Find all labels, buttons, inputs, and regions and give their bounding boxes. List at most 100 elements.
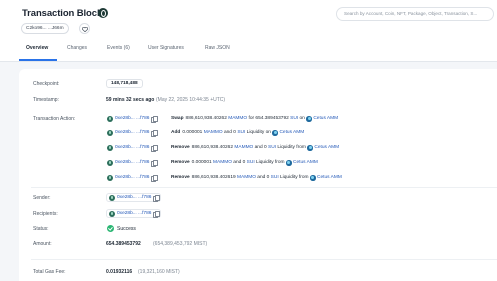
copy-icon[interactable]: [151, 175, 158, 182]
cetus-icon: [307, 145, 313, 151]
action-amount-b: and 0: [223, 130, 236, 136]
token-b-link[interactable]: SUI: [290, 116, 298, 121]
gas-fee-detail: (19,321,160 MIST): [138, 269, 180, 275]
address-avatar-icon: [107, 129, 113, 136]
success-check-icon: [107, 225, 114, 232]
address-text: 0xe28b... ...f786: [115, 130, 150, 135]
action-amount-b: and 0: [257, 175, 270, 181]
token-b-link[interactable]: SUI: [237, 130, 245, 135]
address-avatar-icon: [107, 144, 113, 151]
tab-events[interactable]: Events (6): [107, 43, 130, 53]
protocol-link[interactable]: Cetus AMM: [317, 175, 342, 180]
address-avatar-icon: [107, 174, 113, 181]
action-tail: Liquidity on: [246, 130, 271, 136]
token-b-link[interactable]: SUI: [247, 160, 255, 165]
action-address[interactable]: 0xe28b... ...f786: [107, 114, 158, 123]
gas-fee-label: Total Gas Fee:: [33, 269, 66, 275]
action-verb: Add: [171, 130, 181, 136]
token-b-link[interactable]: SUI: [271, 175, 279, 180]
action-verb: Remove: [171, 145, 190, 151]
copy-icon[interactable]: [151, 130, 158, 137]
recipients-label: Recipients:: [33, 211, 58, 217]
copy-icon[interactable]: [153, 195, 160, 202]
protocol-link[interactable]: Cetus AMM: [314, 145, 339, 150]
cetus-icon: [286, 160, 292, 166]
address-text: 0xe28b... ...f786: [115, 160, 150, 165]
address-avatar-icon: [109, 194, 115, 201]
action-address[interactable]: 0xe28b... ...f786: [107, 143, 158, 152]
token-a-link[interactable]: MAMMO: [213, 160, 232, 165]
action-address[interactable]: 0xe28b... ...f786: [107, 128, 158, 137]
sender-label: Sender:: [33, 195, 51, 201]
tab-user-signatures[interactable]: User Signatures: [148, 43, 184, 53]
amount-detail: (654,389,453,792 MIST): [153, 241, 208, 247]
action-row-remove: Remove 0.000001 MAMMO and 0 SUI Liquidit…: [171, 160, 318, 166]
tab-overview[interactable]: Overview: [26, 43, 48, 53]
sui-logo-icon: [98, 8, 108, 18]
action-verb: Remove: [171, 160, 190, 166]
action-tail: on: [299, 116, 305, 122]
address-text: 0xe28b... ...f786: [115, 175, 150, 180]
action-verb: Swap: [171, 116, 184, 122]
token-a-link[interactable]: MAMMO: [234, 145, 253, 150]
copy-icon[interactable]: [151, 160, 158, 167]
transaction-digest-chip[interactable]: C2ko96... ...J66m: [21, 23, 69, 34]
action-amount-b: and 0: [233, 160, 246, 166]
token-a-link[interactable]: MAMMO: [204, 130, 223, 135]
amount-value: 654.389453792: [106, 241, 141, 247]
action-amount-a: 0.000001: [191, 160, 212, 166]
overview-card: Checkpoint: 148,718,488 Timestamp: 59 mi…: [19, 69, 497, 281]
sender-address[interactable]: 0xe28b... ...f786: [106, 193, 162, 202]
page-header: Transaction Block C2ko96... ...J66m Sear…: [0, 0, 497, 62]
timestamp-label: Timestamp:: [33, 97, 59, 103]
token-b-link[interactable]: SUI: [268, 145, 276, 150]
address-text: 0xe28b... ...f786: [117, 211, 152, 216]
search-placeholder: Search by Account, Coin, NFT, Package, O…: [344, 11, 478, 16]
action-verb: Remove: [171, 175, 190, 181]
tab-raw-json[interactable]: Raw JSON: [205, 43, 230, 53]
address-text: 0xe28b... ...f786: [115, 116, 150, 121]
address-avatar-icon: [109, 210, 115, 217]
token-a-link[interactable]: MAMMO: [237, 175, 256, 180]
checkpoint-link[interactable]: 148,718,488: [106, 79, 143, 88]
copy-icon[interactable]: [151, 116, 158, 123]
action-tail: Liquidity from: [280, 175, 309, 181]
protocol-link[interactable]: Cetus AMM: [293, 160, 318, 165]
address-text: 0xe28b... ...f786: [115, 145, 150, 150]
cetus-icon: [310, 175, 316, 181]
favorite-button[interactable]: [79, 23, 90, 34]
search-input[interactable]: Search by Account, Coin, NFT, Package, O…: [336, 7, 494, 21]
copy-icon[interactable]: [153, 211, 160, 218]
action-amount-a: 886,610,938.402619: [191, 175, 236, 181]
timestamp-detail: (May 22, 2025 10:44:35 +UTC): [156, 97, 226, 103]
copy-icon[interactable]: [151, 145, 158, 152]
action-row-add: Add 0.000001 MAMMO and 0 SUI Liquidity o…: [171, 130, 304, 136]
tab-changes[interactable]: Changes: [67, 43, 87, 53]
action-row-swap: Swap 886,610,938.40262 MAMMO for 654.389…: [171, 116, 338, 122]
transaction-action-label: Transaction Action:: [33, 116, 76, 122]
section-divider: [31, 259, 497, 260]
action-amount-b: for 654.389453792: [248, 116, 289, 122]
action-amount-a: 886,610,938.40262: [185, 116, 227, 122]
section-divider: [31, 187, 497, 188]
action-tail: Liquidity from: [256, 160, 285, 166]
action-amount-a: 0.000001: [182, 130, 203, 136]
action-address[interactable]: 0xe28b... ...f786: [107, 173, 158, 182]
checkpoint-label: Checkpoint:: [33, 81, 60, 87]
timestamp-value: 59 mins 32 secs ago: [106, 97, 155, 103]
cetus-icon: [306, 116, 312, 122]
action-row-remove: Remove 886,610,938.402619 MAMMO and 0 SU…: [171, 175, 342, 181]
protocol-link[interactable]: Cetus AMM: [279, 130, 304, 135]
cetus-icon: [272, 130, 278, 136]
action-tail: Liquidity from: [277, 145, 306, 151]
action-amount-b: and 0: [254, 145, 267, 151]
address-text: 0xe28b... ...f786: [117, 195, 152, 200]
token-a-link[interactable]: MAMMO: [228, 116, 247, 121]
address-avatar-icon: [107, 115, 113, 122]
protocol-link[interactable]: Cetus AMM: [313, 116, 338, 121]
action-row-remove: Remove 886,610,938.40262 MAMMO and 0 SUI…: [171, 145, 339, 151]
action-address[interactable]: 0xe28b... ...f786: [107, 158, 158, 167]
page-title: Transaction Block: [22, 8, 103, 19]
recipient-address[interactable]: 0xe28b... ...f786: [106, 209, 162, 218]
status-value: Success: [117, 226, 136, 232]
